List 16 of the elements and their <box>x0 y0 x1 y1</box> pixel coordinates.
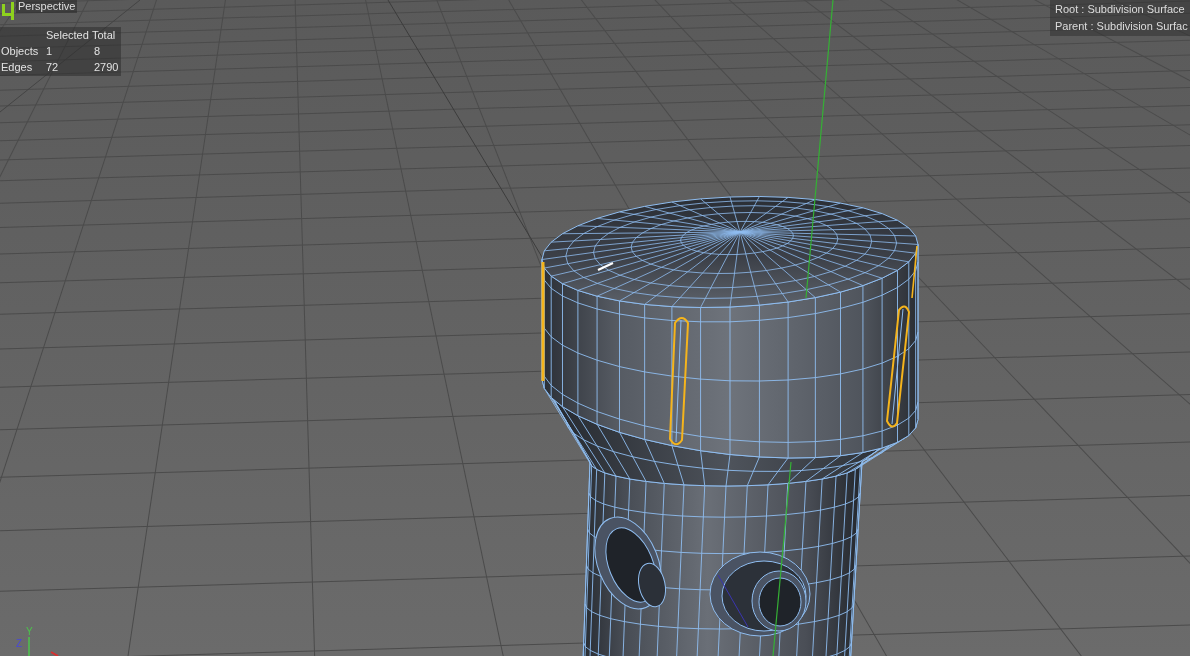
column-header: Total <box>92 28 117 43</box>
viewport-label[interactable]: Perspective <box>18 0 76 13</box>
hierarchy-text: Root : Subdivision Surface <box>1055 2 1186 17</box>
hierarchy-text: Parent : Subdivision Surfac <box>1055 19 1189 34</box>
stat-value: 2790 <box>93 60 120 75</box>
bracket-icon <box>2 2 15 20</box>
axis-label: Y <box>26 627 33 637</box>
axis-label: Z <box>16 639 23 649</box>
axis-gizmo-icon <box>27 637 59 656</box>
3d-viewport[interactable]: Perspective Selected Total Objects 1 8 Edges 72 2790 Root : Subdivision Surface Parent : Subdivision Surfac Y Z <box>0 0 1190 656</box>
column-header: Selected <box>46 28 90 43</box>
row-label: Edges <box>0 60 34 75</box>
row-label: Objects <box>0 44 40 59</box>
stat-value: 72 <box>46 60 60 75</box>
stat-value: 8 <box>93 44 102 59</box>
stat-value: 1 <box>46 44 54 59</box>
